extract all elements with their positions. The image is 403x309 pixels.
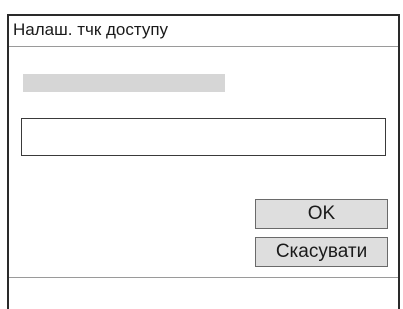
footer-divider [9, 277, 398, 278]
ok-button[interactable]: OK [255, 199, 388, 229]
field-label-bar [23, 74, 225, 92]
dialog-title-bar: Налаш. тчк доступу [9, 16, 398, 47]
access-point-settings-dialog: Налаш. тчк доступу OK Скасувати [7, 14, 400, 309]
access-point-input[interactable] [21, 118, 386, 156]
dialog-title: Налаш. тчк доступу [13, 20, 169, 39]
cancel-button[interactable]: Скасувати [255, 237, 388, 267]
